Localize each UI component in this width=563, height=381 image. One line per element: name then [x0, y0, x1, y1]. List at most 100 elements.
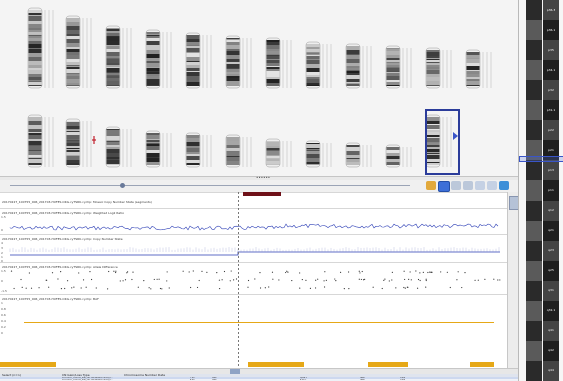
ideogram-band[interactable]: [526, 100, 542, 121]
allele-difference-point: [206, 271, 208, 273]
ideogram-band[interactable]: [526, 300, 542, 321]
chromosome-15[interactable]: [105, 126, 132, 168]
chromosome-18[interactable]: [225, 134, 252, 168]
allele-difference-point: [60, 270, 62, 273]
link-icon[interactable]: [451, 181, 461, 190]
ideogram-band[interactable]: [526, 20, 542, 41]
ideogram-position-marker[interactable]: [519, 156, 563, 162]
allele-difference-point: [493, 278, 495, 280]
ideogram-band[interactable]: [526, 120, 542, 141]
allele-difference-point: [119, 280, 121, 282]
chromosome-10[interactable]: [385, 45, 412, 89]
ideogram-band[interactable]: [526, 320, 542, 341]
chromosome-2[interactable]: [65, 15, 92, 89]
allele-difference-point: [148, 287, 150, 289]
allele-difference-point: [20, 278, 22, 281]
chromosome-1[interactable]: [27, 7, 54, 89]
allele-difference-point: [419, 272, 421, 274]
ideogram-label-strip: p36.3 p36.1 p35 p34.1 p32 p31.1 p22 p21 p13 p11 q1…: [543, 0, 559, 381]
ideogram-band[interactable]: [526, 260, 542, 281]
chromosome-19[interactable]: [265, 138, 292, 168]
chromosome-21[interactable]: [345, 142, 372, 168]
ideogram-band[interactable]: [526, 60, 542, 81]
fit-icon[interactable]: [499, 181, 509, 190]
allele-difference-point: [403, 286, 405, 289]
chromosome-3[interactable]: [105, 25, 132, 89]
allele-difference-point: [229, 280, 231, 282]
chromosome-12[interactable]: [465, 49, 492, 89]
chromosome-4[interactable]: [145, 29, 172, 89]
chromosome-20[interactable]: [305, 140, 332, 168]
chromosome-16[interactable]: [145, 130, 172, 168]
view-icon[interactable]: [438, 181, 450, 192]
zoom-out-icon[interactable]: [487, 181, 497, 190]
ideogram-band[interactable]: [526, 80, 542, 101]
chromosome-6[interactable]: [225, 35, 252, 89]
segment-bar[interactable]: [248, 362, 304, 367]
log2-ratio-trace: [9, 223, 499, 231]
allele-difference-point: [168, 287, 170, 289]
zoom-slider-handle[interactable]: [120, 183, 125, 188]
allele-difference-point: [404, 278, 406, 281]
ideogram-band-label: q23: [548, 248, 554, 253]
allele-difference-point: [201, 270, 203, 272]
allele-difference-point: [78, 272, 80, 274]
allele-difference-point: [122, 280, 124, 282]
chromosome-7[interactable]: [265, 37, 292, 89]
allele-difference-point: [348, 288, 350, 290]
allele-difference-point: [301, 278, 303, 281]
ideogram-band[interactable]: [526, 220, 542, 241]
zoom-slider-track[interactable]: [10, 185, 410, 186]
allele-difference-point: [85, 286, 87, 288]
allele-difference-point: [95, 287, 97, 289]
segment-bar[interactable]: [470, 362, 494, 367]
allele-difference-point: [395, 287, 397, 289]
allele-difference-point: [235, 278, 238, 280]
allele-difference-point: [51, 272, 54, 274]
track-area[interactable]: 20170227_100755_006_201703-HUFES.OKG.cyT…: [0, 192, 507, 368]
allele-difference-point: [417, 278, 420, 281]
segment-bar[interactable]: [368, 362, 408, 367]
allele-difference-point: [457, 271, 459, 273]
chromosome-13[interactable]: [27, 114, 54, 168]
segment-bar[interactable]: [24, 362, 40, 367]
allele-difference-point: [323, 286, 326, 288]
allele-difference-point: [278, 279, 280, 281]
position-cursor[interactable]: [238, 192, 239, 368]
ideogram-strip[interactable]: [526, 0, 542, 381]
allele-difference-point: [192, 270, 194, 272]
ideogram-band[interactable]: [526, 40, 542, 61]
ideogram-band[interactable]: [526, 160, 542, 181]
chromosome-11[interactable]: [425, 47, 452, 89]
ideogram-band[interactable]: [526, 340, 542, 361]
ideogram-band[interactable]: [526, 0, 542, 21]
allele-difference-point: [247, 286, 249, 288]
allele-difference-point: [359, 272, 361, 274]
zoom-in-icon[interactable]: [475, 181, 485, 190]
allele-difference-point: [21, 286, 23, 288]
chromosome-22[interactable]: [385, 144, 412, 168]
chromosome-14[interactable]: [65, 118, 92, 168]
chromosome-8[interactable]: [305, 41, 332, 89]
allele-difference-point: [339, 271, 342, 273]
allele-difference-point: [361, 270, 363, 273]
allele-difference-point: [314, 287, 317, 289]
selected-chromosome-box[interactable]: [425, 109, 460, 175]
chromosome-17[interactable]: [185, 132, 212, 168]
ideogram-band[interactable]: [526, 280, 542, 301]
ideogram-band[interactable]: [526, 360, 542, 381]
allele-difference-point: [323, 280, 325, 282]
ideogram-band[interactable]: [526, 240, 542, 261]
pin-icon[interactable]: [426, 181, 436, 190]
chromosome-5[interactable]: [185, 32, 212, 89]
allele-difference-point: [334, 278, 336, 280]
chart-icon[interactable]: [463, 181, 473, 190]
allele-difference-point: [362, 279, 365, 281]
allele-difference-point: [287, 271, 289, 273]
allele-difference-point: [232, 279, 235, 281]
chromosome-9[interactable]: [345, 43, 372, 89]
ideogram-band[interactable]: [526, 200, 542, 221]
allele-difference-point: [474, 279, 476, 281]
ideogram-band[interactable]: [526, 180, 542, 201]
allele-difference-point: [268, 286, 270, 288]
